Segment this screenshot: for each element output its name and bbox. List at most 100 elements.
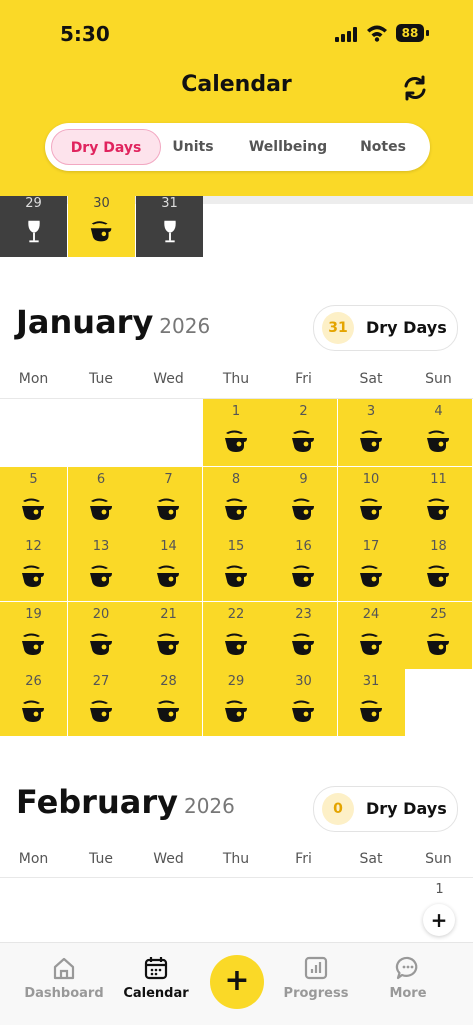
day-number: 9 [299, 471, 308, 487]
wine-glass-icon [156, 218, 184, 246]
add-entry-button[interactable]: + [423, 904, 455, 936]
calendar-day[interactable]: 5 [0, 466, 67, 534]
day-number: 29 [25, 196, 42, 211]
calendar-day[interactable]: 11 [405, 466, 472, 534]
battery-icon: 88 [396, 24, 424, 42]
calendar-day[interactable]: 4 [405, 399, 472, 466]
dry-days-summary-january[interactable]: 31 Dry Days [313, 305, 458, 351]
calendar-day[interactable]: 30 [270, 669, 337, 736]
calendar-day-prev-31[interactable]: 31 [136, 196, 203, 257]
tab-label: More [389, 986, 427, 1001]
wifi-icon [367, 25, 387, 42]
calendar-day[interactable]: 17 [337, 534, 405, 601]
calendar-day[interactable]: 9 [270, 466, 337, 534]
weekday-label: Thu [222, 851, 250, 867]
tab-units[interactable]: Units [163, 129, 223, 165]
calendar-day[interactable]: 21 [135, 601, 202, 669]
dry-day-icon [357, 697, 387, 727]
dry-days-label: Dry Days [366, 799, 447, 818]
tab-dashboard[interactable]: Dashboard [19, 955, 109, 1015]
day-number: 28 [160, 674, 177, 689]
calendar-day[interactable]: 25 [405, 601, 472, 669]
calendar-day[interactable]: 22 [202, 601, 270, 669]
tab-notes[interactable]: Notes [351, 129, 415, 165]
tab-label: Calendar [123, 986, 189, 1001]
calendar-day[interactable]: 29 [202, 669, 270, 736]
weekday-label: Fri [295, 371, 312, 387]
tab-label: Dashboard [24, 986, 104, 1001]
header: 5:30 88 Calendar Dry Days Units Wellbein… [0, 0, 473, 196]
calendar-day[interactable]: 31 [337, 669, 405, 736]
dry-day-icon [222, 630, 252, 660]
add-drink-button[interactable]: + [210, 955, 264, 1009]
month-name: January [16, 303, 154, 341]
tab-wellbeing[interactable]: Wellbeing [240, 129, 336, 165]
calendar-day[interactable]: 2 [270, 399, 337, 466]
sync-icon[interactable] [399, 72, 431, 104]
calendar-day[interactable]: 27 [67, 669, 135, 736]
weekday-label: Sun [425, 851, 452, 867]
calendar-day[interactable]: 15 [202, 534, 270, 601]
dry-day-icon [222, 427, 252, 457]
day-number: 22 [227, 606, 245, 622]
calendar-day[interactable]: 12 [0, 534, 67, 601]
day-number: 30 [93, 196, 110, 211]
cellular-signal-icon [335, 26, 361, 42]
dry-days-count: 0 [322, 793, 354, 825]
tab-progress[interactable]: Progress [271, 955, 361, 1015]
calendar-day[interactable]: 8 [202, 466, 270, 534]
dry-day-icon [289, 697, 319, 727]
calendar-day-prev-30[interactable]: 30 [68, 196, 135, 257]
weekday-label: Mon [18, 371, 49, 387]
calendar-day[interactable]: 6 [67, 466, 135, 534]
calendar-day[interactable]: 24 [337, 601, 405, 669]
month-year: 2026 [159, 314, 211, 338]
dry-day-icon [154, 630, 184, 660]
day-number: 30 [295, 674, 312, 689]
dry-day-icon [19, 562, 49, 592]
tab-more[interactable]: More [363, 955, 453, 1015]
calendar-day[interactable]: 14 [135, 534, 202, 601]
calendar-day[interactable]: 13 [67, 534, 135, 601]
weekday-label: Wed [153, 371, 184, 387]
calendar-day[interactable]: 26 [0, 669, 67, 736]
calendar-day[interactable]: 23 [270, 601, 337, 669]
day-number: 8 [231, 471, 241, 487]
dry-days-label: Dry Days [366, 318, 447, 337]
dry-day-icon [154, 562, 184, 592]
calendar-day[interactable]: 16 [270, 534, 337, 601]
dry-days-summary-february[interactable]: 0 Dry Days [313, 786, 458, 832]
dry-day-icon [19, 630, 49, 660]
day-number: 2 [299, 404, 308, 419]
dry-day-icon [289, 427, 319, 457]
tab-dry-days[interactable]: Dry Days [51, 129, 161, 165]
calendar-day[interactable]: 10 [337, 466, 405, 534]
calendar-day[interactable]: 18 [405, 534, 472, 601]
chat-bubble-icon [395, 956, 418, 980]
calendar-day[interactable]: 3 [337, 399, 405, 466]
tab-label: Progress [283, 986, 349, 1001]
dry-day-icon [19, 697, 49, 727]
calendar-day[interactable]: 7 [135, 466, 202, 534]
day-number: 1 [231, 404, 241, 419]
dry-day-icon [357, 562, 387, 592]
calendar-day-prev-29[interactable]: 29 [0, 196, 67, 257]
calendar-day[interactable]: 28 [135, 669, 202, 736]
dry-day-icon [289, 562, 319, 592]
day-number: 5 [29, 471, 38, 487]
wine-glass-icon [20, 218, 48, 246]
weekday-label: Wed [153, 851, 184, 867]
day-number: 24 [362, 606, 380, 622]
dry-day-icon [357, 630, 387, 660]
calendar-day[interactable]: 19 [0, 601, 67, 669]
day-number: 4 [434, 404, 443, 419]
row-divider [0, 877, 473, 878]
day-number: 15 [227, 539, 245, 554]
dry-day-icon [19, 495, 49, 525]
tab-calendar[interactable]: Calendar [111, 955, 201, 1015]
calendar-day[interactable]: 1 [202, 399, 270, 466]
calendar-day[interactable]: 20 [67, 601, 135, 669]
day-number: 6 [96, 471, 106, 487]
day-number: 3 [366, 404, 376, 419]
day-number: 1 [435, 882, 444, 897]
